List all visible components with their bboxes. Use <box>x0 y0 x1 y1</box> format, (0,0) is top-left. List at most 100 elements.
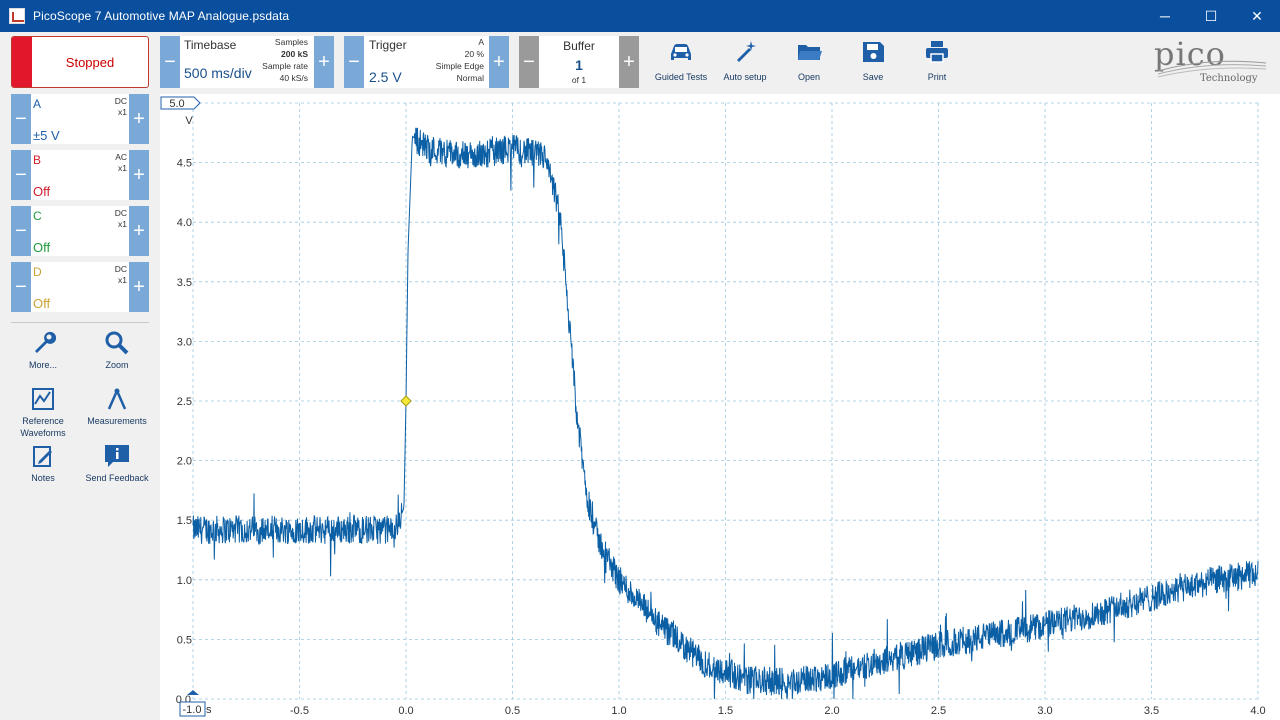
send-feedback-label: Send Feedback <box>85 473 149 483</box>
measurements-icon <box>107 388 127 410</box>
notes-label: Notes <box>31 473 55 483</box>
channel-a-probe[interactable]: x1 <box>115 107 127 118</box>
channel-c-increase-button[interactable]: + <box>129 206 149 256</box>
reference-waveforms-button[interactable]: Reference Waveforms <box>8 386 78 439</box>
open-button[interactable]: Open <box>777 36 841 88</box>
close-button[interactable]: ✕ <box>1234 0 1280 32</box>
feedback-icon <box>105 445 129 467</box>
channel-d-range[interactable]: Off <box>33 296 50 311</box>
x-tick-label: 1.0 <box>611 705 626 717</box>
zoom-label: Zoom <box>105 360 129 370</box>
buffer-previous-button[interactable]: − <box>519 36 539 88</box>
channel-b-name: B <box>33 153 42 167</box>
channel-c-range[interactable]: Off <box>33 240 50 255</box>
scope-graph[interactable]: 0.5 1.0 1.5 2.0 2.5 3.0 3.5 4.0 4.5 -0.5 0.0 0.5 1.0… <box>160 94 1280 720</box>
samples-value[interactable]: 200 kS <box>262 48 308 60</box>
run-stop-button[interactable]: Stopped <box>11 36 149 88</box>
channel-b-decrease-button[interactable]: − <box>11 150 31 200</box>
y-tick-label: 0.5 <box>177 634 192 646</box>
buffer-next-button[interactable]: + <box>619 36 639 88</box>
channel-d-coupling[interactable]: DC <box>115 264 127 275</box>
x-tick-label: 2.0 <box>824 705 839 717</box>
run-state-indicator <box>12 37 32 87</box>
channel-d-increase-button[interactable]: + <box>129 262 149 312</box>
save-label: Save <box>862 72 884 82</box>
guided-tests-button[interactable]: Guided Tests <box>649 36 713 88</box>
trigger-channel[interactable]: A <box>436 36 484 48</box>
buffer-index[interactable]: 1 <box>539 57 619 73</box>
channel-b-control[interactable]: − B AC x1 Off + <box>11 150 149 200</box>
sidebar-divider <box>11 322 149 323</box>
channel-c-name: C <box>33 209 42 223</box>
send-feedback-button[interactable]: Send Feedback <box>82 443 152 484</box>
auto-setup-button[interactable]: Auto setup <box>713 36 777 88</box>
trigger-control: − Trigger 2.5 V A 20 % Simple Edge Norma… <box>344 36 509 88</box>
picoscope-window: PicoScope 7 Automotive MAP Analogue.psda… <box>0 0 1280 720</box>
zoom-button[interactable]: Zoom <box>82 330 152 371</box>
trigger-increase-button[interactable]: + <box>489 36 509 88</box>
notes-icon <box>33 446 52 467</box>
timebase-increase-button[interactable]: + <box>314 36 334 88</box>
y-tick-label: 4.0 <box>177 217 192 229</box>
channel-a-control[interactable]: − A DC x1 ±5 V + <box>11 94 149 144</box>
channel-d-probe[interactable]: x1 <box>115 275 127 286</box>
channel-b-coupling[interactable]: AC <box>115 152 127 163</box>
channel-b-probe[interactable]: x1 <box>115 163 127 174</box>
y-tick-label: 3.0 <box>177 336 192 348</box>
buffer-count: of 1 <box>571 75 587 85</box>
channel-c-probe[interactable]: x1 <box>115 219 127 230</box>
trigger-level-value[interactable]: 2.5 V <box>369 69 402 85</box>
more-button[interactable]: More... <box>8 330 78 371</box>
x-tick-label: 4.0 <box>1250 705 1265 717</box>
folder-icon <box>798 45 822 60</box>
auto-setup-label: Auto setup <box>723 72 767 82</box>
timebase-value[interactable]: 500 ms/div <box>184 65 252 81</box>
timebase-title: Timebase <box>184 38 237 52</box>
trigger-type[interactable]: Simple Edge <box>436 60 484 72</box>
channel-d-name: D <box>33 265 42 279</box>
toolbar: Stopped − Timebase 500 ms/div Samples 20… <box>0 32 1280 94</box>
y-axis-unit: V <box>185 115 193 127</box>
y-tick-label-top: 5.0 <box>169 98 184 110</box>
print-button[interactable]: Print <box>905 36 969 88</box>
channel-b-increase-button[interactable]: + <box>129 150 149 200</box>
x-tick-label: 1.5 <box>718 705 733 717</box>
run-state-label: Stopped <box>65 54 115 70</box>
channel-c-control[interactable]: − C DC x1 Off + <box>11 206 149 256</box>
trigger-decrease-button[interactable]: − <box>344 36 364 88</box>
notes-button[interactable]: Notes <box>8 443 78 484</box>
maximize-button[interactable]: ☐ <box>1188 0 1234 32</box>
x-tick-label: 3.5 <box>1144 705 1159 717</box>
channel-d-decrease-button[interactable]: − <box>11 262 31 312</box>
reference-waveforms-label: Reference Waveforms <box>20 416 66 438</box>
measurements-button[interactable]: Measurements <box>82 386 152 427</box>
wrench-icon <box>35 331 56 353</box>
open-label: Open <box>797 72 821 82</box>
buffer-control: − Buffer 1 of 1 + <box>519 36 639 88</box>
floppy-icon <box>863 42 884 62</box>
trigger-mode[interactable]: Normal <box>436 72 484 84</box>
channel-d-control[interactable]: − D DC x1 Off + <box>11 262 149 312</box>
save-button[interactable]: Save <box>841 36 905 88</box>
channel-b-range[interactable]: Off <box>33 184 50 199</box>
channel-c-coupling[interactable]: DC <box>115 208 127 219</box>
x-tick-label: 0.5 <box>505 705 520 717</box>
x-tick-label: 2.5 <box>931 705 946 717</box>
guided-tests-label: Guided Tests <box>654 72 708 82</box>
minimize-button[interactable]: ─ <box>1142 0 1188 32</box>
buffer-title: Buffer <box>563 39 595 53</box>
y-tick-label: 2.0 <box>177 456 192 468</box>
channel-a-coupling[interactable]: DC <box>115 96 127 107</box>
x-tick-label: 0.0 <box>398 705 413 717</box>
channel-a-increase-button[interactable]: + <box>129 94 149 144</box>
channel-a-decrease-button[interactable]: − <box>11 94 31 144</box>
channel-c-decrease-button[interactable]: − <box>11 206 31 256</box>
title-bar: PicoScope 7 Automotive MAP Analogue.psda… <box>0 0 1280 32</box>
timebase-decrease-button[interactable]: − <box>160 36 180 88</box>
app-icon <box>9 8 25 24</box>
channel-a-range[interactable]: ±5 V <box>33 128 60 143</box>
car-icon <box>671 44 691 60</box>
scope-display[interactable]: 0.5 1.0 1.5 2.0 2.5 3.0 3.5 4.0 4.5 -0.5 0.0 0.5 1.0… <box>160 94 1280 720</box>
trigger-pretrigger: 20 % <box>464 49 484 59</box>
sample-rate-value: 40 kS/s <box>279 73 308 83</box>
